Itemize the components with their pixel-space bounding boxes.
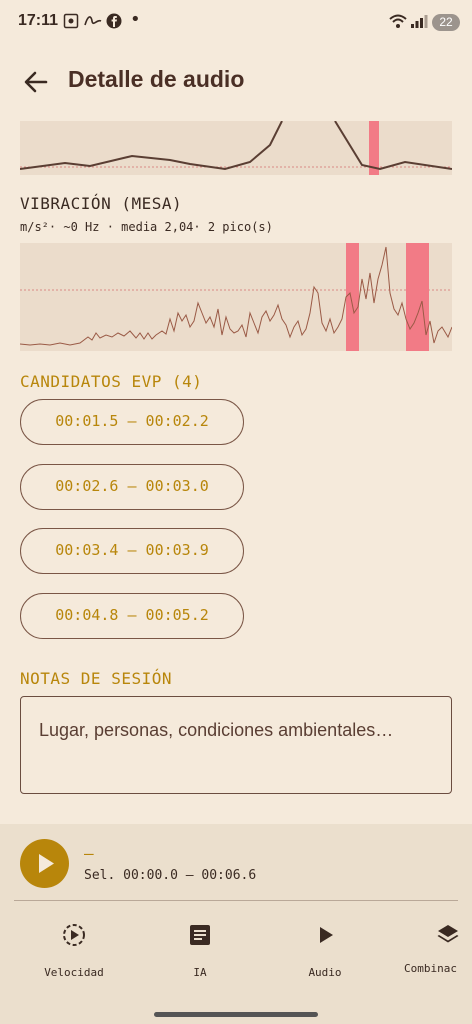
layers-icon xyxy=(437,925,459,943)
play-icon xyxy=(320,927,333,943)
nav-label-combinac: Combinac xyxy=(404,962,457,975)
vibration-peak-region-1 xyxy=(346,243,359,351)
nav-velocidad[interactable]: Velocidad xyxy=(24,922,124,979)
page-title: Detalle de audio xyxy=(68,66,245,92)
audio-line-b xyxy=(334,120,453,171)
track-name: — xyxy=(84,844,94,863)
audio-line-a xyxy=(19,120,283,171)
battery-indicator: 22 xyxy=(432,14,460,31)
home-indicator[interactable] xyxy=(154,1012,318,1017)
arrow-left-icon[interactable] xyxy=(22,68,50,96)
nav-label-velocidad: Velocidad xyxy=(44,966,104,979)
divider xyxy=(14,900,458,901)
status-time: 17:11 xyxy=(18,12,59,29)
wifi-icon xyxy=(388,13,408,33)
vibration-line xyxy=(19,246,453,346)
play-icon xyxy=(39,854,54,873)
app-bar: Detalle de audio xyxy=(0,60,472,104)
vibration-chart-svg xyxy=(19,243,453,351)
status-bar: 17:11 • 22 xyxy=(0,0,472,46)
audio-chart xyxy=(19,120,453,175)
play-button[interactable] xyxy=(20,839,69,888)
nav-audio[interactable]: Audio xyxy=(275,922,375,979)
notes-field[interactable]: Lugar, personas, condiciones ambientales… xyxy=(20,696,452,794)
document-icon xyxy=(190,925,210,945)
facebook-icon xyxy=(106,13,122,33)
nav-label-audio: Audio xyxy=(308,966,342,979)
audio-chart-svg xyxy=(19,120,453,175)
dot-icon: • xyxy=(130,9,141,30)
candidate-chip-1[interactable]: 00:01.5 – 00:02.2 xyxy=(20,399,244,445)
nav-combinac[interactable]: Combinac xyxy=(399,922,472,975)
vibration-title: VIBRACIÓN (MESA) xyxy=(20,194,183,213)
nav-label-ia: IA xyxy=(193,966,207,979)
speed-icon xyxy=(63,924,85,946)
vibration-subtitle: m/s²· ~0 Hz · media 2,04· 2 pico(s) xyxy=(20,220,273,234)
notes-placeholder: Lugar, personas, condiciones ambientales… xyxy=(39,720,394,740)
selection-range: Sel. 00:00.0 – 00:06.6 xyxy=(84,868,257,883)
wave-icon xyxy=(84,13,102,33)
screenshot-icon xyxy=(63,13,79,33)
candidates-title: CANDIDATOS EVP (4) xyxy=(20,372,203,391)
nav-ia[interactable]: IA xyxy=(150,922,250,979)
candidate-chip-4[interactable]: 00:04.8 – 00:05.2 xyxy=(20,593,244,639)
candidate-chip-2[interactable]: 00:02.6 – 00:03.0 xyxy=(20,464,244,510)
notes-title: NOTAS DE SESIÓN xyxy=(20,669,172,688)
player-panel: — Sel. 00:00.0 – 00:06.6 Velocidad IA Au… xyxy=(0,824,472,1024)
candidate-chip-3[interactable]: 00:03.4 – 00:03.9 xyxy=(20,528,244,574)
vibration-chart xyxy=(19,243,453,351)
signal-icon xyxy=(410,13,428,33)
